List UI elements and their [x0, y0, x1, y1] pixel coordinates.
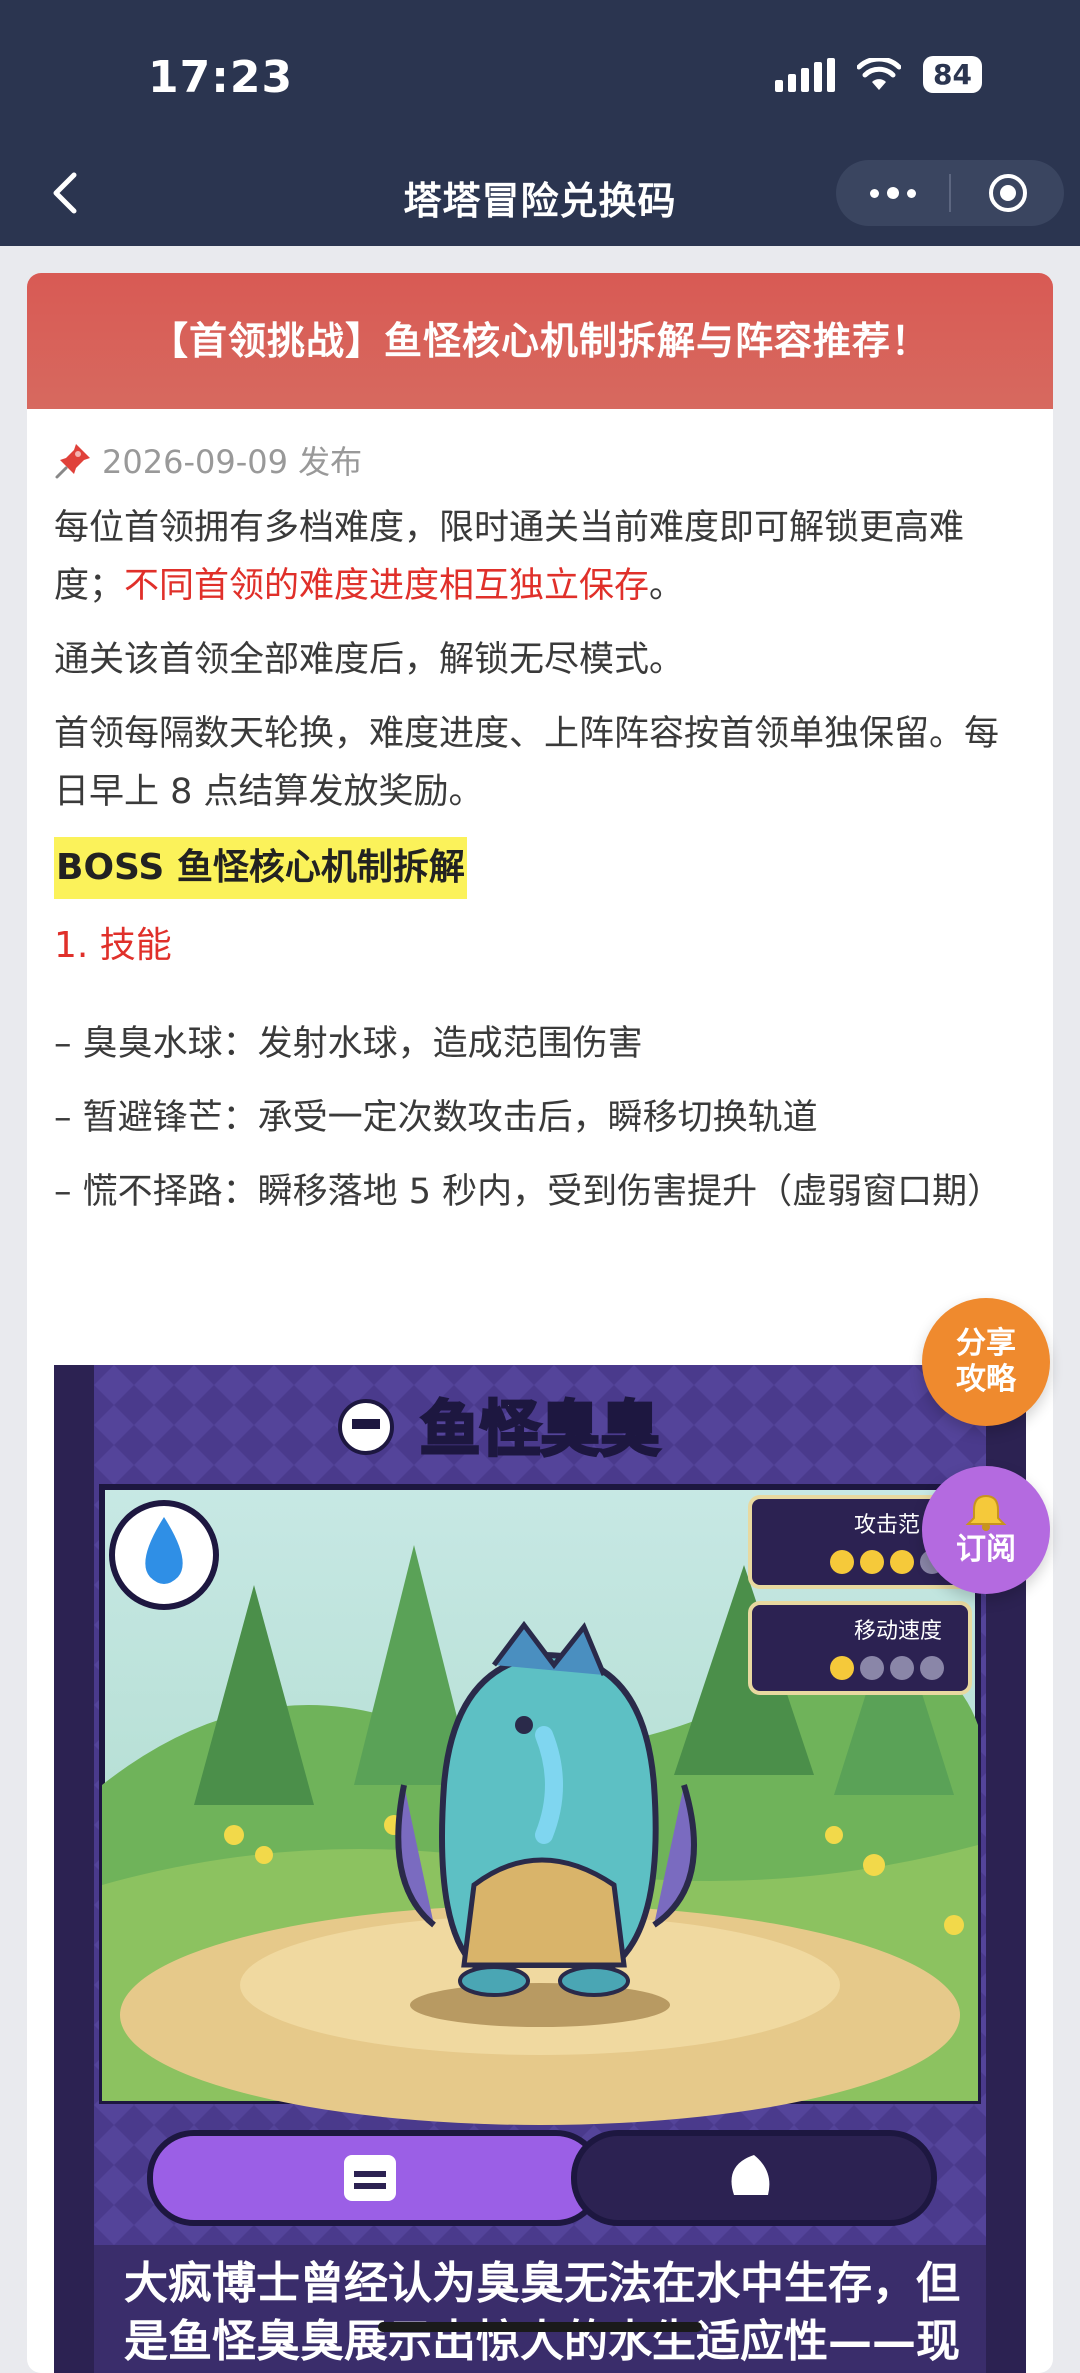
paragraph-endless: 通关该首领全部难度后，解锁无尽模式。	[54, 640, 685, 680]
stat-attack-range-label: 攻击范	[854, 1513, 920, 1538]
article-body: 2026-09-09 发布 每位首领拥有多档难度，限时通关当前难度即可解锁更高难…	[27, 437, 1053, 1221]
more-button[interactable]	[836, 160, 949, 226]
share-label-line1: 分享	[956, 1326, 1016, 1361]
status-icons: 84	[775, 56, 982, 93]
boss-name-text: 鱼怪臭臭	[420, 1395, 660, 1465]
share-guide-button[interactable]: 分享 攻略	[922, 1298, 1050, 1426]
target-circle-icon	[988, 174, 1027, 212]
paragraph-difficulty: 每位首领拥有多档难度，限时通关当前难度即可解锁更高难度；不同首领的难度进度相互独…	[54, 499, 1026, 615]
dot-icon	[886, 187, 899, 199]
miniprogram-capsule	[836, 160, 1064, 226]
article-card: 【首领挑战】鱼怪核心机制拆解与阵容推荐！ 2026-09-09 发布 每位首领拥…	[27, 273, 1053, 2373]
dot-icon	[906, 188, 916, 198]
boss-section-heading: BOSS 鱼怪核心机制拆解	[54, 837, 467, 899]
skills-heading: 1. 技能	[54, 925, 172, 966]
wifi-icon	[857, 57, 902, 90]
dot-icon	[869, 188, 879, 198]
paragraph-end: 。	[649, 566, 685, 606]
status-bar: 17:23 84	[0, 0, 1080, 140]
home-indicator	[378, 2322, 702, 2332]
skill-item: – 暂避锋芒：承受一定次数攻击后，瞬移切换轨道	[54, 1098, 818, 1138]
publish-date: 2026-09-09 发布	[102, 443, 363, 481]
skill-item: – 慌不择路：瞬移落地 5 秒内，受到伤害提升（虚弱窗口期）	[54, 1172, 1003, 1212]
pushpin-icon	[55, 444, 90, 479]
share-label-line2: 攻略	[956, 1362, 1016, 1397]
bell-icon	[965, 1494, 1007, 1531]
subscribe-button[interactable]: 订阅	[922, 1466, 1050, 1594]
highlighted-text: 不同首领的难度进度相互独立保存	[124, 566, 650, 606]
publish-meta: 2026-09-09 发布	[54, 437, 1026, 483]
battery-icon: 84	[923, 56, 982, 93]
paragraph-rotation: 首领每隔数天轮换，难度进度、上阵阵容按首领单独保留。每日早上 8 点结算发放奖励…	[54, 714, 1000, 812]
close-miniprogram-button[interactable]	[951, 160, 1064, 226]
battery-level: 84	[933, 58, 972, 91]
boss-card-illustration: 鱼怪臭臭 攻击范 移动速度 大疯博士曾经认为臭臭无法在水中生存，但是鱼怪臭臭展示…	[54, 1365, 1026, 2373]
skill-item: – 臭臭水球：发射水球，造成范围伤害	[54, 1024, 643, 1064]
nav-bar: 塔塔冒险兑换码	[0, 140, 1080, 246]
cellular-signal-icon	[775, 57, 836, 92]
subscribe-label: 订阅	[956, 1532, 1016, 1567]
boss-character-image[interactable]: 鱼怪臭臭 攻击范 移动速度 大疯博士曾经认为臭臭无法在水中生存，但是鱼怪臭臭展示…	[54, 1365, 1026, 2373]
article-title: 【首领挑战】鱼怪核心机制拆解与阵容推荐！	[27, 273, 1053, 409]
status-time: 17:23	[148, 52, 294, 103]
stat-move-speed-label: 移动速度	[854, 1619, 942, 1644]
boss-description: 大疯博士曾经认为臭臭无法在水中生存，但是鱼怪臭臭展示出惊人的水生适应性——现在水…	[124, 2258, 960, 2367]
